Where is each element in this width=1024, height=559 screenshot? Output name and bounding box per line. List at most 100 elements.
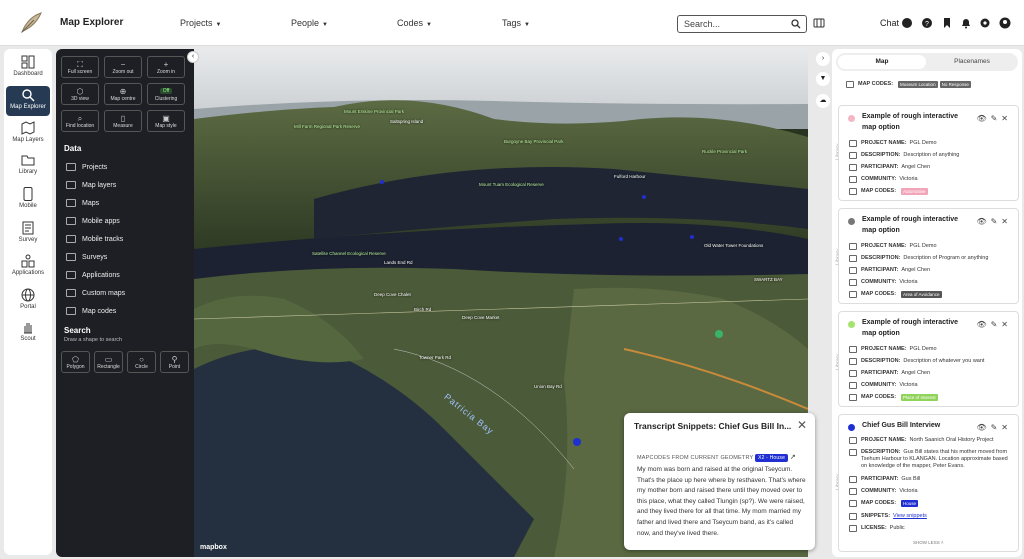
card-title: Example of rough interactive map option <box>862 216 959 234</box>
leftnav-mobile[interactable]: Mobile <box>6 187 50 217</box>
external-link-icon[interactable]: ↗ <box>790 454 796 461</box>
full-screen-button[interactable]: ⛶ Full screen <box>61 56 99 78</box>
image-icon: ▣ <box>162 114 170 123</box>
tab-map[interactable]: Map <box>838 55 926 69</box>
leftnav-map-explorer[interactable]: Map Explorer <box>6 86 50 116</box>
card-actions: 👁✎✕ <box>976 423 1012 432</box>
clustering-button[interactable]: Off Clustering <box>147 83 185 105</box>
eye-icon[interactable]: 👁 <box>976 114 990 123</box>
chat-label[interactable]: Chat <box>880 18 899 28</box>
leftnav-dashboard[interactable]: Dashboard <box>6 55 50 85</box>
chat-bubble-icon[interactable] <box>901 17 913 29</box>
nav-codes[interactable]: Codes ▼ <box>397 18 432 28</box>
leftnav-applications[interactable]: Applications <box>6 254 50 284</box>
user-avatar-icon[interactable] <box>999 17 1011 29</box>
mobile-icon <box>66 217 76 225</box>
map-codes-icon <box>846 81 854 88</box>
polygon-icon: ⬠ <box>72 355 79 364</box>
project-icon <box>849 346 857 353</box>
show-less-button[interactable]: SHOW LESS ˄ <box>913 540 944 545</box>
globe-icon <box>21 288 35 302</box>
search-icon <box>791 19 801 29</box>
pencil-icon[interactable]: ✎ <box>991 114 1002 123</box>
mapcode-badge: X2 - House <box>755 454 789 462</box>
close-icon[interactable]: ✕ <box>1001 423 1012 432</box>
nav-projects[interactable]: Projects ▼ <box>180 18 221 28</box>
data-item-map-layers[interactable]: Map layers <box>66 181 116 189</box>
project-icon <box>849 140 857 147</box>
card-snippets: SNIPPETS: View snippets <box>849 513 927 520</box>
card-project: PROJECT NAME: PGL Demo <box>849 346 937 353</box>
eye-icon[interactable]: 👁 <box>976 423 990 432</box>
pencil-icon[interactable]: ✎ <box>991 217 1002 226</box>
feather-logo-icon[interactable] <box>16 8 46 38</box>
3d-view-button[interactable]: ⬡ 3D view <box>61 83 99 105</box>
result-card[interactable]: Example of rough interactive map option … <box>838 105 1019 201</box>
search-input[interactable]: Search... <box>677 15 807 33</box>
user-icon <box>849 267 857 274</box>
help-icon[interactable]: ? <box>921 17 933 29</box>
nav-people[interactable]: People ▼ <box>291 18 328 28</box>
find-location-button[interactable]: ⌕ Find location <box>61 110 99 132</box>
map-style-button[interactable]: ▣ Map style <box>147 110 185 132</box>
leftnav-map-layers[interactable]: Map Layers <box>6 121 50 151</box>
result-card[interactable]: Example of rough interactive map option … <box>838 311 1019 407</box>
card-license: LICENSE: Public <box>849 525 905 532</box>
map-centre-button[interactable]: ⊕ Map centre <box>104 83 142 105</box>
chevron-right-icon[interactable]: › <box>816 52 830 66</box>
data-item-custom-maps[interactable]: Custom maps <box>66 289 125 297</box>
zoom-in-button[interactable]: + Zoom in <box>147 56 185 78</box>
circle-icon: ○ <box>139 355 144 364</box>
project-icon <box>849 437 857 444</box>
data-item-projects[interactable]: Projects <box>66 163 107 171</box>
card-map-codes: MAP CODES: House <box>849 500 919 507</box>
pencil-icon[interactable]: ✎ <box>991 423 1002 432</box>
card-community: COMMUNITY: Victoria <box>849 488 918 495</box>
card-description: DESCRIPTION: Gus Bill states that his mot… <box>849 449 1013 470</box>
leftnav-portal[interactable]: Portal <box>6 288 50 318</box>
color-dot <box>848 218 855 225</box>
data-item-surveys[interactable]: Surveys <box>66 253 107 261</box>
map-icon[interactable] <box>813 17 825 29</box>
pencil-icon[interactable]: ✎ <box>991 320 1002 329</box>
close-icon[interactable]: ✕ <box>1001 217 1012 226</box>
cloud-download-icon[interactable]: ☁ <box>816 94 830 108</box>
zoom-out-button[interactable]: − Zoom out <box>104 56 142 78</box>
data-item-mobile-tracks[interactable]: Mobile tracks <box>66 235 123 243</box>
data-item-map-codes[interactable]: Map codes <box>66 307 116 315</box>
data-item-applications[interactable]: Applications <box>66 271 120 279</box>
close-icon[interactable]: ✕ <box>1001 114 1012 123</box>
data-item-maps[interactable]: Maps <box>66 199 99 207</box>
eye-icon[interactable]: 👁 <box>976 320 990 329</box>
result-card[interactable]: Chief Gus Bill Interview 👁✎✕ PROJECT NAM… <box>838 414 1019 552</box>
measure-button[interactable]: ▯ Measure <box>104 110 142 132</box>
card-map-codes: MAP CODES: Automotive <box>849 188 928 195</box>
leftnav-survey[interactable]: Survey <box>6 221 50 251</box>
close-icon[interactable]: ✕ <box>797 418 807 432</box>
filter-icon[interactable]: ▼ <box>816 72 830 86</box>
polygon-tool-button[interactable]: ⬠ Polygon <box>61 351 90 373</box>
bell-icon[interactable] <box>960 17 972 29</box>
leftnav-scout[interactable]: Scout <box>6 320 50 350</box>
result-card[interactable]: Example of rough interactive map option … <box>838 208 1019 304</box>
eye-icon[interactable]: 👁 <box>976 217 990 226</box>
nav-tags[interactable]: Tags ▼ <box>502 18 530 28</box>
user-icon <box>849 164 857 171</box>
point-tool-button[interactable]: ⚲ Point <box>160 351 189 373</box>
tab-placenames[interactable]: Placenames <box>928 55 1016 69</box>
leftnav-library[interactable]: Library <box>6 153 50 183</box>
collapse-panel-button[interactable]: ‹ <box>187 51 199 63</box>
close-icon[interactable]: ✕ <box>1001 320 1012 329</box>
circle-tool-button[interactable]: ○ Circle <box>127 351 156 373</box>
rectangle-tool-button[interactable]: ▭ Rectangle <box>94 351 123 373</box>
card-description: DESCRIPTION: Description of whatever you … <box>849 358 984 365</box>
bookmark-icon[interactable] <box>941 17 953 29</box>
data-item-mobile-apps[interactable]: Mobile apps <box>66 217 120 225</box>
plus-icon: + <box>163 60 169 69</box>
community-icon <box>849 176 857 183</box>
view-snippets-link[interactable]: View snippets <box>893 513 927 519</box>
gear-icon[interactable] <box>979 17 991 29</box>
cube-icon: ⬡ <box>76 87 84 96</box>
map-codes-icon <box>849 500 857 507</box>
svg-text:?: ? <box>925 21 929 28</box>
